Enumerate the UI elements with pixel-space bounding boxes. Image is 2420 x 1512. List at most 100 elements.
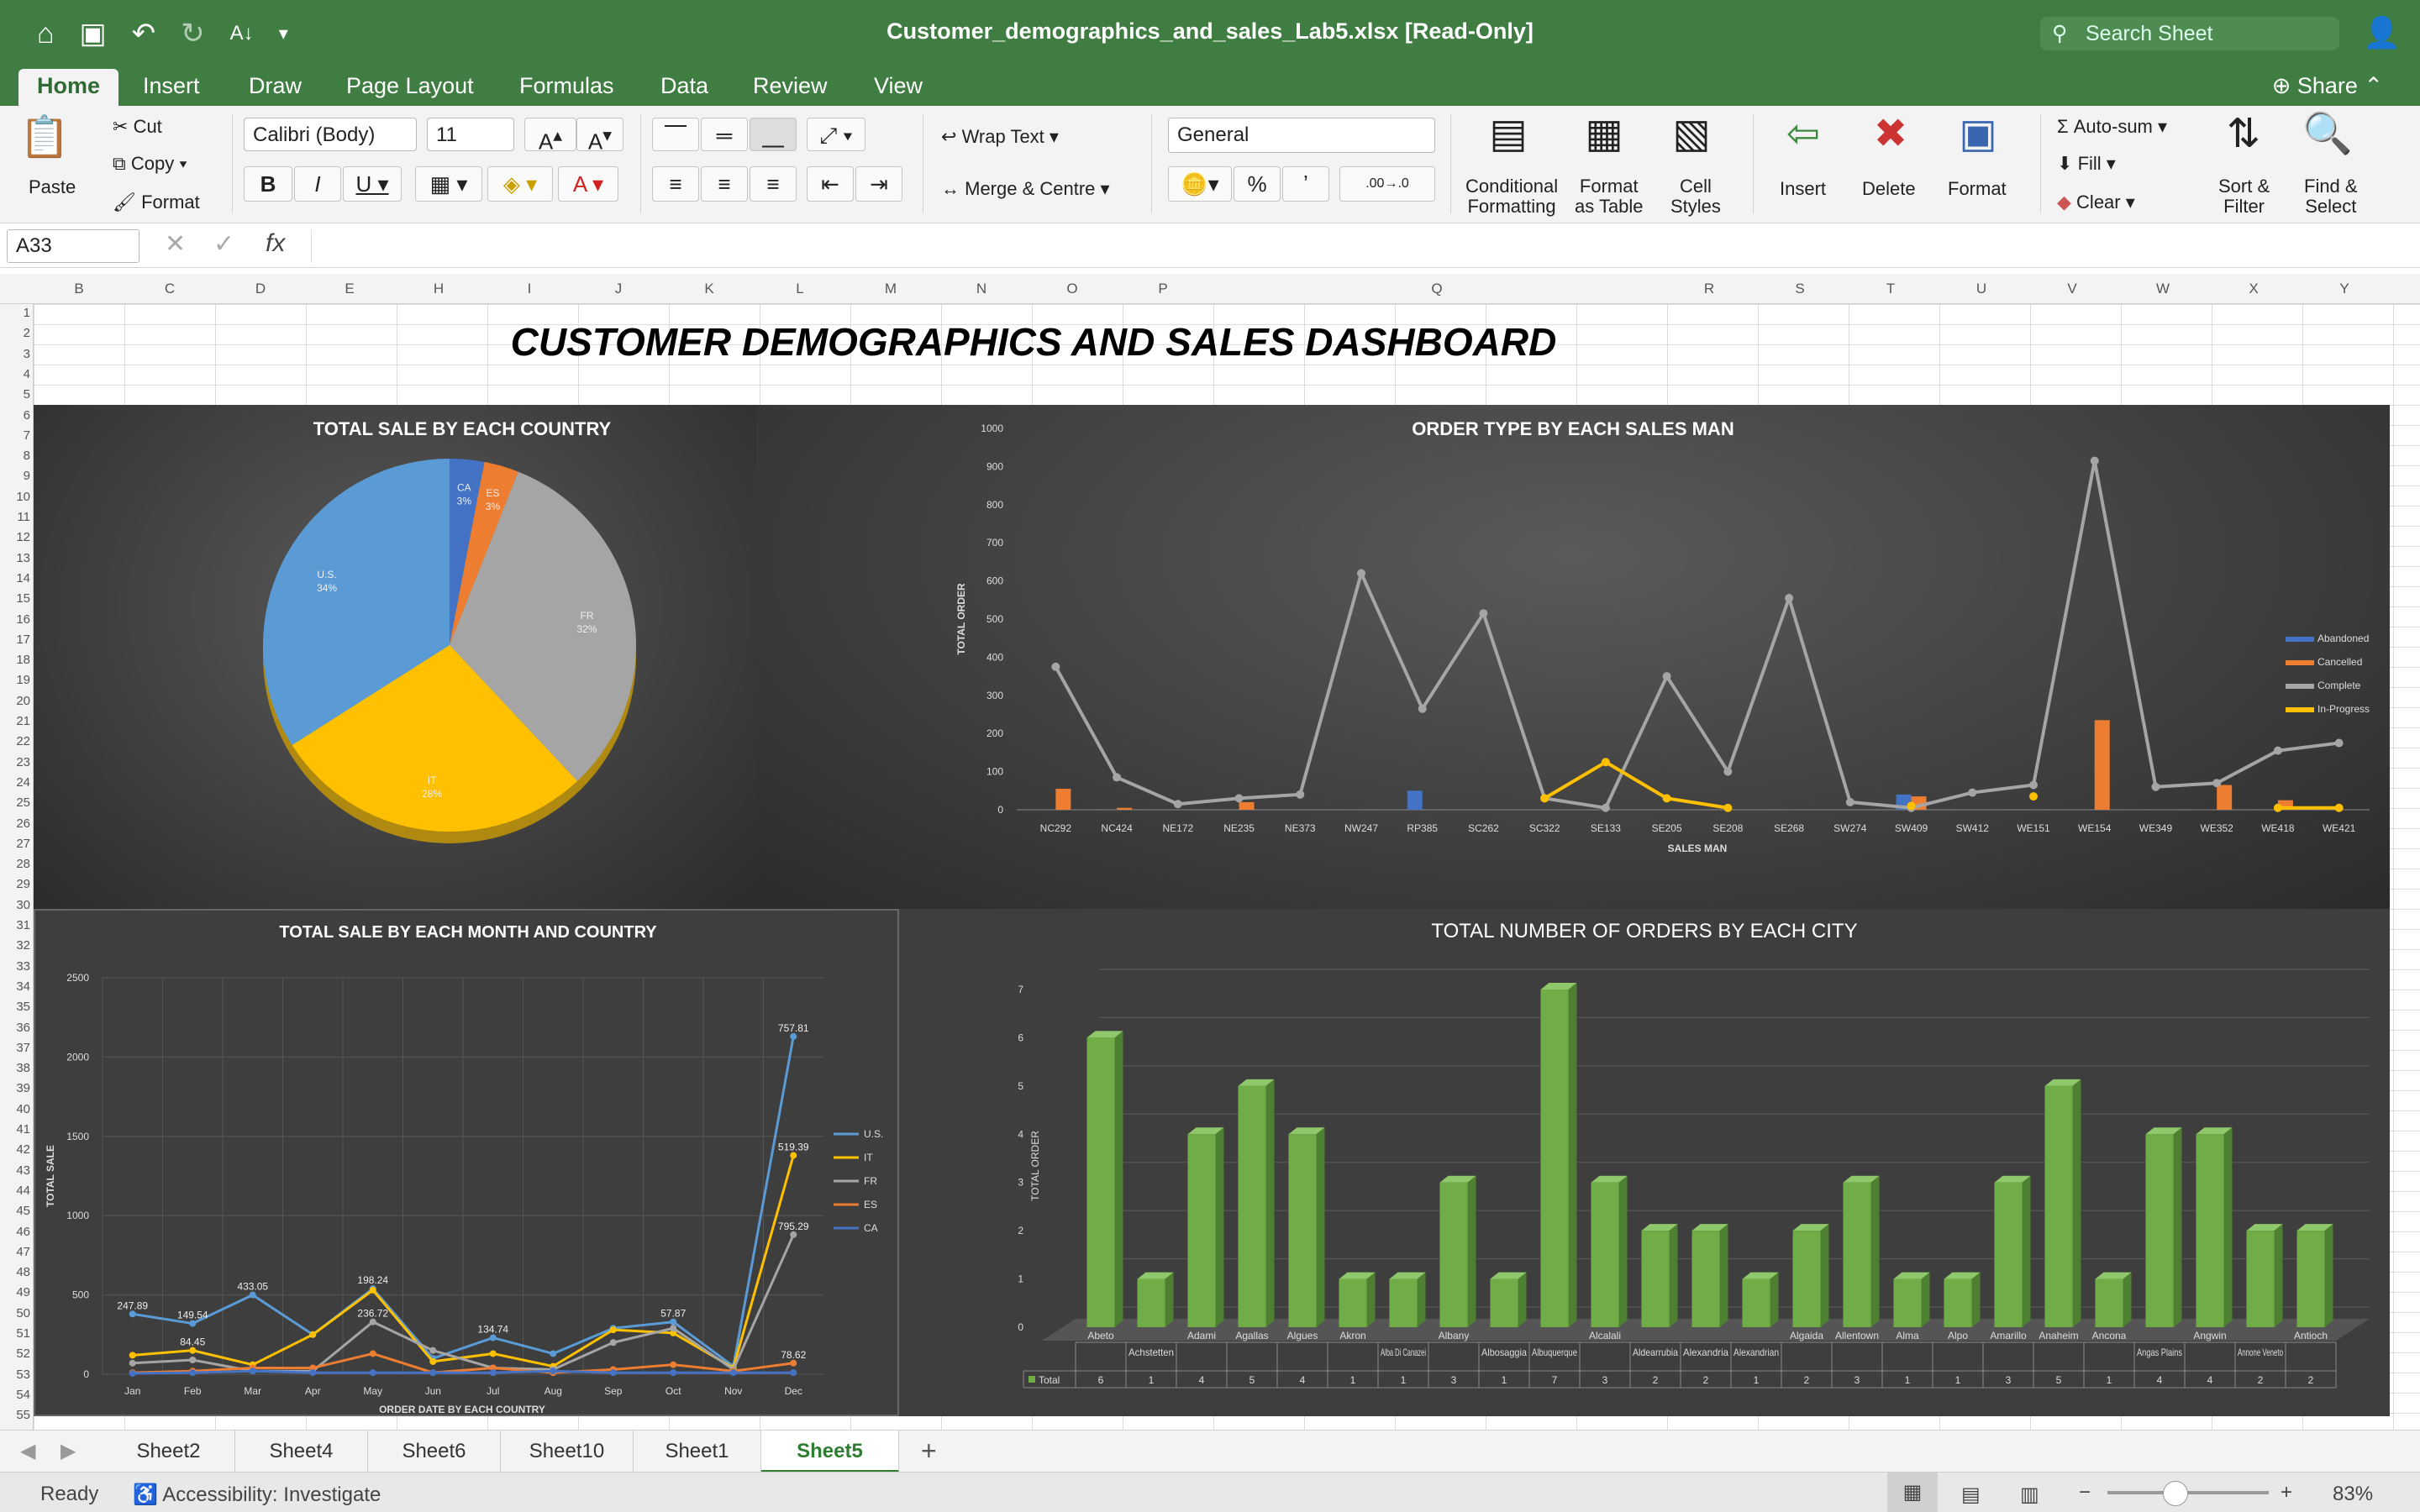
column-header[interactable]: I (528, 281, 532, 297)
delete-cells-icon[interactable]: ✖ (1860, 111, 1921, 158)
sheet-tab[interactable]: Sheet10 (501, 1431, 634, 1473)
copy-button[interactable]: ⧉ Copy ▾ (113, 153, 187, 175)
cell-styles-button[interactable]: Cell Styles (1670, 176, 1721, 217)
column-header[interactable]: U (1976, 281, 1986, 297)
comma-button[interactable]: ʼ (1282, 166, 1329, 202)
orientation-button[interactable]: ⤢ ▾ (807, 118, 865, 151)
row-header[interactable]: 36 (0, 1021, 30, 1035)
page-break-view-icon[interactable]: ▥ (2020, 1483, 2039, 1507)
column-header[interactable]: D (255, 281, 266, 297)
zoom-in-icon[interactable]: + (2281, 1481, 2292, 1504)
row-header[interactable]: 40 (0, 1102, 30, 1116)
row-header[interactable]: 37 (0, 1041, 30, 1055)
row-header[interactable]: 16 (0, 612, 30, 627)
format-cells-button[interactable]: Format (1948, 178, 2007, 200)
cancel-icon[interactable]: ✕ (165, 229, 186, 259)
row-header[interactable]: 18 (0, 653, 30, 667)
tab-review[interactable]: Review (734, 69, 846, 106)
align-left-button[interactable]: ≡ (652, 166, 699, 202)
page-layout-view-icon[interactable]: ▤ (1961, 1483, 1981, 1507)
row-header[interactable]: 50 (0, 1306, 30, 1320)
column-header[interactable]: R (1704, 281, 1714, 297)
row-header[interactable]: 48 (0, 1265, 30, 1279)
sheet-tab[interactable]: Sheet2 (103, 1431, 235, 1473)
zoom-out-icon[interactable]: − (2079, 1481, 2091, 1504)
row-header[interactable]: 52 (0, 1347, 30, 1361)
number-format-select[interactable]: General (1168, 118, 1435, 153)
percent-button[interactable]: % (1234, 166, 1281, 202)
decrease-indent-button[interactable]: ⇤ (807, 166, 854, 202)
tab-formulas[interactable]: Formulas (501, 69, 633, 106)
fill-button[interactable]: ⬇ Fill ▾ (2057, 153, 2116, 175)
align-right-button[interactable]: ≡ (750, 166, 797, 202)
column-header[interactable]: X (2249, 281, 2258, 297)
bold-button[interactable]: B (244, 166, 292, 202)
sort-filter-button[interactable]: Sort & Filter (2218, 176, 2270, 217)
search-sheet-input[interactable]: ⚲ Search Sheet (2040, 17, 2339, 50)
italic-button[interactable]: I (294, 166, 341, 202)
row-header[interactable]: 51 (0, 1326, 30, 1341)
column-header[interactable]: L (796, 281, 803, 297)
autosum-button[interactable]: Σ Auto-sum ▾ (2057, 116, 2167, 138)
conditional-formatting-icon[interactable]: ▤ (1479, 111, 1538, 158)
format-cells-icon[interactable]: ▣ (1948, 111, 2008, 158)
row-header[interactable]: 55 (0, 1408, 30, 1422)
tab-home[interactable]: Home (18, 69, 119, 106)
row-header[interactable]: 28 (0, 857, 30, 871)
row-header[interactable]: 15 (0, 591, 30, 606)
row-header[interactable]: 21 (0, 714, 30, 728)
borders-button[interactable]: ▦ ▾ (415, 166, 482, 202)
align-bottom-button[interactable]: ⎽ (750, 118, 797, 151)
row-header[interactable]: 35 (0, 1000, 30, 1014)
row-header[interactable]: 38 (0, 1061, 30, 1075)
row-header[interactable]: 30 (0, 898, 30, 912)
column-header[interactable]: P (1158, 281, 1167, 297)
column-header[interactable]: E (345, 281, 354, 297)
row-header[interactable]: 8 (0, 449, 30, 463)
column-header[interactable]: H (434, 281, 444, 297)
row-header[interactable]: 47 (0, 1245, 30, 1259)
row-header[interactable]: 32 (0, 938, 30, 953)
row-header[interactable]: 4 (0, 367, 30, 381)
row-header[interactable]: 31 (0, 918, 30, 932)
row-header[interactable]: 46 (0, 1225, 30, 1239)
column-header[interactable]: J (615, 281, 623, 297)
font-color-button[interactable]: A ▾ (558, 166, 618, 202)
tab-page-layout[interactable]: Page Layout (328, 69, 492, 106)
format-as-table-icon[interactable]: ▦ (1575, 111, 1634, 158)
font-size-select[interactable]: 11 (427, 118, 514, 151)
row-header[interactable]: 53 (0, 1368, 30, 1382)
row-header[interactable]: 24 (0, 775, 30, 790)
column-header[interactable]: V (2067, 281, 2076, 297)
row-header[interactable]: 44 (0, 1184, 30, 1198)
salesman-chart-panel[interactable]: ORDER TYPE BY EACH SALES MAN 0 100 200 300 40… (756, 405, 2390, 909)
column-header[interactable]: S (1795, 281, 1804, 297)
increase-font-button[interactable]: A▴ (524, 118, 576, 155)
row-header[interactable]: 20 (0, 694, 30, 708)
find-select-button[interactable]: Find & Select (2304, 176, 2358, 217)
column-header[interactable]: M (885, 281, 897, 297)
row-header[interactable]: 22 (0, 734, 30, 748)
insert-cells-button[interactable]: Insert (1780, 178, 1826, 200)
column-header[interactable]: K (704, 281, 713, 297)
row-header[interactable]: 6 (0, 408, 30, 423)
merge-centre-button[interactable]: ↔ Merge & Centre ▾ (941, 178, 1110, 200)
wrap-text-button[interactable]: ↩ Wrap Text ▾ (941, 126, 1059, 148)
row-header[interactable]: 17 (0, 633, 30, 647)
format-painter-button[interactable]: 🖌 Format (113, 192, 200, 213)
conditional-formatting-button[interactable]: Conditional Formatting (1465, 176, 1558, 217)
row-header[interactable]: 33 (0, 959, 30, 974)
delete-cells-button[interactable]: Delete (1862, 178, 1916, 200)
row-header[interactable]: 26 (0, 816, 30, 831)
row-header[interactable]: 39 (0, 1081, 30, 1095)
normal-view-icon[interactable]: ▦ (1887, 1473, 1938, 1512)
row-header[interactable]: 45 (0, 1204, 30, 1218)
align-center-button[interactable]: ≡ (701, 166, 748, 202)
row-header[interactable]: 14 (0, 571, 30, 585)
sheet-tab[interactable]: Sheet4 (235, 1431, 368, 1473)
row-header[interactable]: 9 (0, 469, 30, 483)
row-header[interactable]: 54 (0, 1388, 30, 1402)
account-icon[interactable]: 👤 (2363, 15, 2401, 50)
zoom-level[interactable]: 83% (2333, 1483, 2373, 1506)
tab-view[interactable]: View (855, 69, 941, 106)
